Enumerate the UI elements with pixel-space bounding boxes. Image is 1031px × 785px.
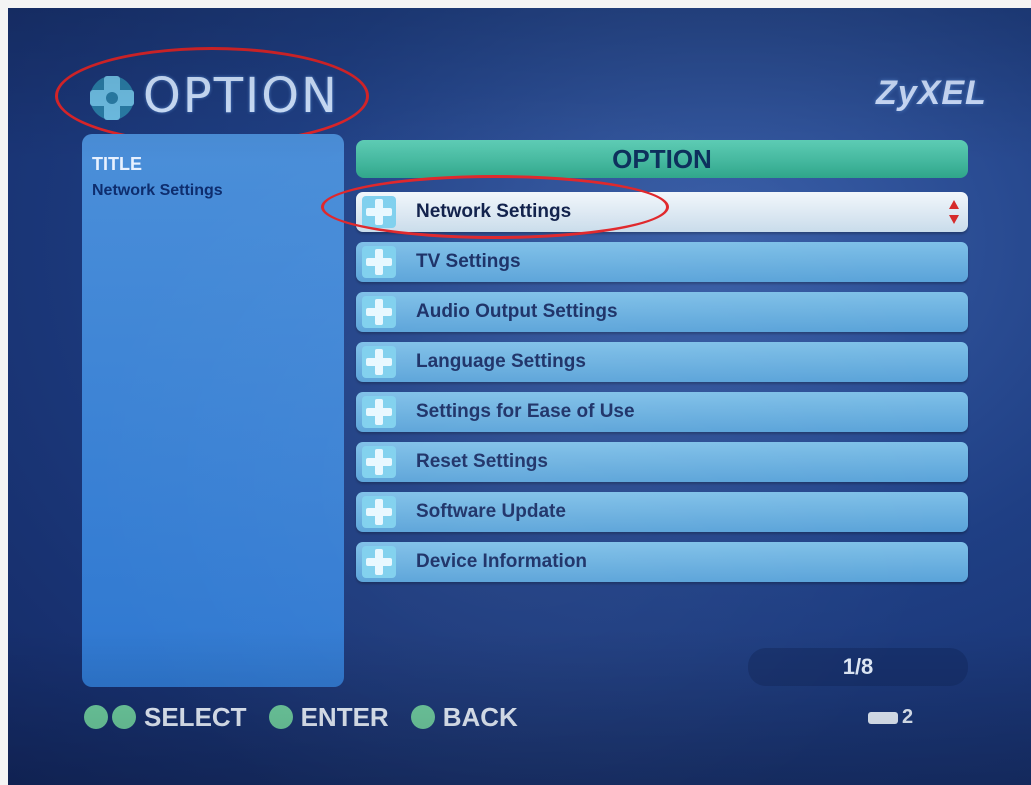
menu-item-label: Language Settings [416,351,586,372]
menu-item-label: TV Settings [416,251,521,272]
dpad-icon [362,546,396,578]
hint-select-label: SELECT [144,701,247,732]
dpad-icon [362,296,396,328]
menu-item-label: Reset Settings [416,451,548,472]
page-indicator: 1/8 [748,648,968,686]
info-panel-value: Network Settings [92,182,223,199]
hint-back-label: BACK [442,701,518,732]
hint-select: SELECT [84,702,247,733]
hint-enter: ENTER [268,701,389,733]
menu-item-network-settings[interactable]: Network Settings [356,192,968,232]
counter-value: 2 [902,706,914,728]
arrow-up-icon [84,705,108,729]
dpad-icon [362,246,396,278]
brand-logo: ZyXEL [876,74,987,112]
menu-item-device-information[interactable]: Device Information [356,542,968,582]
menu-item-audio-output-settings[interactable]: Audio Output Settings [356,292,968,332]
menu-item-language-settings[interactable]: Language Settings [356,342,968,382]
menu-item-label: Settings for Ease of Use [416,401,635,422]
menu-item-label: Network Settings [416,201,572,222]
info-panel: TITLE Network Settings [82,134,344,687]
menu-item-software-update[interactable]: Software Update [356,492,968,532]
menu-item-ease-of-use[interactable]: Settings for Ease of Use [356,392,968,432]
dpad-icon [362,396,396,428]
menu-item-label: Software Update [416,501,566,522]
menu-header: OPTION [356,140,968,178]
menu-item-label: Audio Output Settings [416,301,618,322]
remote-key-icon [868,711,898,724]
scroll-arrows-icon[interactable] [948,198,960,226]
info-panel-title: TITLE [92,154,142,174]
dpad-icon [362,346,396,378]
footer-hints: SELECT ENTER BACK [84,700,540,734]
back-button-icon [410,705,435,729]
hint-back: BACK [410,701,518,733]
tv-screen: OPTION ZyXEL TITLE Network Settings OPTI… [8,8,1031,785]
menu-item-reset-settings[interactable]: Reset Settings [356,442,968,482]
menu-item-label: Device Information [416,551,588,572]
hint-enter-label: ENTER [300,701,389,732]
page-title: OPTION [143,68,339,124]
dpad-icon [362,496,396,528]
menu-item-tv-settings[interactable]: TV Settings [356,242,968,282]
dpad-icon [90,76,134,120]
dpad-icon [362,196,396,228]
remote-counter: 2 [868,706,913,729]
ok-button-icon [268,705,293,729]
dpad-icon [362,446,396,478]
arrow-down-icon [112,705,136,729]
